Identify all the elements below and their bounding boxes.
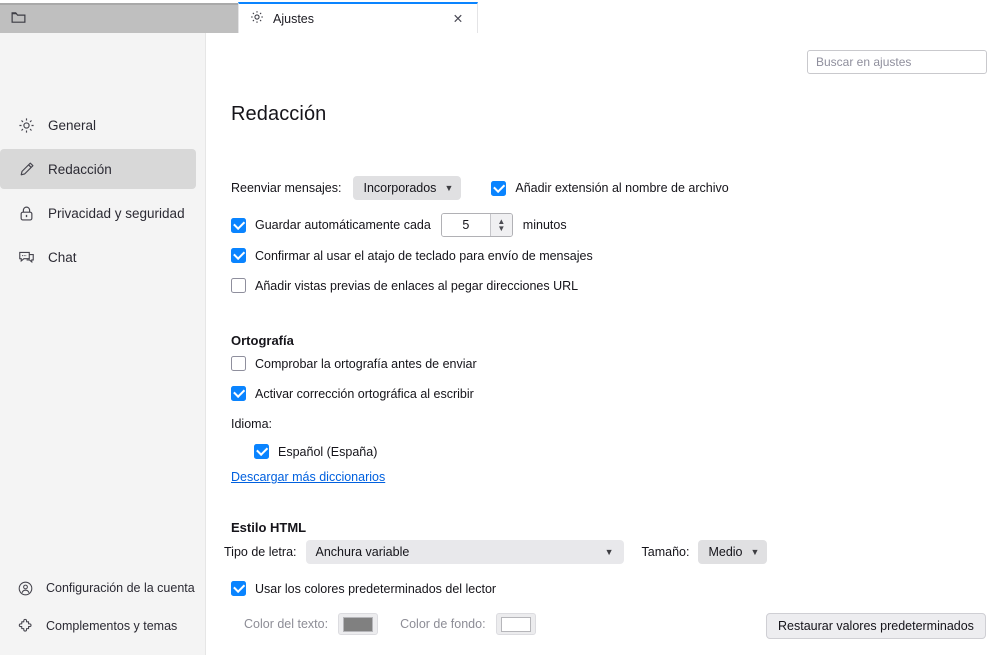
text-color-swatch[interactable]	[338, 613, 379, 635]
link-previews-label: Añadir vistas previas de enlaces al pega…	[255, 278, 579, 293]
sidebar-item-label: Complementos y temas	[46, 619, 178, 633]
sidebar-item-label: Configuración de la cuenta	[46, 581, 195, 595]
checkbox-box[interactable]	[254, 444, 269, 459]
checkbox-box[interactable]	[491, 180, 507, 196]
sidebar-item-label: General	[48, 117, 97, 133]
forward-messages-row: Reenviar mensajes: Incorporados ▼ Añadir…	[231, 176, 729, 200]
sidebar-item-privacidad-seguridad[interactable]: Privacidad y seguridad	[0, 193, 196, 233]
text-color-value	[343, 616, 374, 632]
restore-defaults-button[interactable]: Restaurar valores predeterminados	[766, 613, 986, 639]
sidebar-item-general[interactable]: General	[0, 105, 196, 145]
restore-defaults-row: Restaurar valores predeterminados	[766, 613, 986, 639]
confirm-shortcut-label: Confirmar al usar el atajo de teclado pa…	[255, 248, 593, 263]
pencil-icon	[16, 159, 36, 179]
font-value: Anchura variable	[315, 545, 410, 559]
language-label-row: Idioma:	[231, 417, 272, 431]
chat-bubble-icon	[16, 247, 36, 267]
bg-color-swatch[interactable]	[495, 613, 536, 635]
chevron-down-icon: ▼	[444, 182, 454, 193]
folder-icon	[10, 9, 27, 29]
link-previews-row: Añadir vistas previas de enlaces al pega…	[231, 278, 578, 293]
settings-window: Ajustes ✕ General Redacción Privacidad y…	[0, 0, 1000, 655]
autosave-minutes-stepper[interactable]: 5 ▲ ▼	[440, 213, 513, 237]
bg-color-label: Color de fondo:	[400, 617, 486, 631]
account-icon	[16, 579, 34, 597]
text-color-label: Color del texto:	[244, 617, 329, 631]
lock-icon	[16, 203, 36, 223]
check-before-send-row: Comprobar la ortografía antes de enviar	[231, 356, 477, 371]
reader-colors-label: Usar los colores predeterminados del lec…	[255, 581, 497, 596]
confirm-shortcut-row: Confirmar al usar el atajo de teclado pa…	[231, 248, 593, 263]
gear-icon	[249, 9, 265, 28]
inline-spellcheck-row: Activar corrección ortográfica al escrib…	[231, 386, 474, 401]
spelling-heading: Ortografía	[231, 333, 294, 348]
checkbox-box[interactable]	[231, 217, 246, 233]
font-dropdown[interactable]: Anchura variable ▼	[305, 540, 624, 564]
forward-messages-value: Incorporados	[363, 181, 437, 195]
color-pickers-row: Color del texto: Color de fondo:	[244, 613, 536, 635]
checkbox-box[interactable]	[231, 278, 246, 293]
stepper-arrows[interactable]: ▲ ▼	[489, 214, 512, 236]
html-style-heading: Estilo HTML	[231, 520, 307, 535]
language-option-row: Español (España)	[254, 444, 377, 459]
confirm-shortcut-checkbox[interactable]: Confirmar al usar el atajo de teclado pa…	[231, 248, 593, 263]
chevron-down-icon[interactable]: ▼	[497, 224, 505, 232]
search-container	[807, 50, 987, 74]
autosave-minutes-value[interactable]: 5	[441, 214, 490, 236]
chevron-down-icon: ▼	[750, 546, 760, 557]
language-label: Idioma:	[231, 417, 272, 431]
chevron-down-icon: ▼	[604, 546, 614, 557]
sidebar-primary-nav: General Redacción Privacidad y seguridad…	[0, 101, 206, 281]
size-value: Medio	[708, 545, 743, 559]
autosave-checkbox[interactable]: Guardar automáticamente cada	[231, 217, 431, 233]
sidebar-item-complementos-temas[interactable]: Complementos y temas	[0, 609, 196, 643]
add-extension-label: Añadir extensión al nombre de archivo	[515, 181, 729, 195]
autosave-label: Guardar automáticamente cada	[255, 218, 431, 232]
size-dropdown[interactable]: Medio ▼	[698, 540, 768, 564]
check-before-send-label: Comprobar la ortografía antes de enviar	[255, 356, 477, 371]
checkbox-box[interactable]	[231, 356, 246, 371]
sidebar: General Redacción Privacidad y seguridad…	[0, 33, 206, 655]
checkbox-box[interactable]	[231, 386, 246, 401]
sidebar-item-label: Privacidad y seguridad	[48, 205, 185, 221]
autosave-row: Guardar automáticamente cada 5 ▲ ▼ minut…	[231, 213, 567, 237]
bg-color-value	[500, 616, 531, 632]
puzzle-piece-icon	[16, 617, 34, 635]
search-input[interactable]	[807, 50, 987, 74]
settings-content: Redacción Reenviar mensajes: Incorporado…	[206, 33, 1000, 655]
sidebar-item-redaccion[interactable]: Redacción	[0, 149, 196, 189]
check-before-send-checkbox[interactable]: Comprobar la ortografía antes de enviar	[231, 356, 477, 371]
download-dictionaries-row: Descargar más diccionarios	[231, 470, 385, 484]
reader-colors-row: Usar los colores predeterminados del lec…	[231, 581, 496, 596]
tab-strip-empty-area	[478, 0, 1000, 33]
close-icon[interactable]: ✕	[449, 10, 467, 28]
forward-messages-dropdown[interactable]: Incorporados ▼	[353, 176, 462, 200]
font-row: Tipo de letra: Anchura variable ▼ Tamaño…	[224, 540, 768, 564]
tab-label: Ajustes	[273, 11, 314, 26]
add-extension-checkbox[interactable]: Añadir extensión al nombre de archivo	[491, 180, 729, 196]
sidebar-item-label: Chat	[48, 249, 77, 265]
tab-strip: Ajustes ✕	[0, 0, 1000, 33]
link-previews-checkbox[interactable]: Añadir vistas previas de enlaces al pega…	[231, 278, 578, 293]
sidebar-item-chat[interactable]: Chat	[0, 237, 196, 277]
gear-icon	[16, 115, 36, 135]
autosave-minutes-unit: minutos	[522, 218, 567, 232]
language-option-checkbox[interactable]: Español (España)	[254, 444, 377, 459]
font-label: Tipo de letra:	[224, 545, 297, 559]
checkbox-box[interactable]	[231, 581, 246, 596]
tab-mail-folder[interactable]	[0, 3, 238, 33]
inline-spellcheck-label: Activar corrección ortográfica al escrib…	[255, 386, 474, 401]
sidebar-secondary-nav: Configuración de la cuenta Complementos …	[0, 567, 206, 647]
checkbox-box[interactable]	[231, 248, 246, 263]
download-dictionaries-link[interactable]: Descargar más diccionarios	[231, 470, 385, 484]
reader-colors-checkbox[interactable]: Usar los colores predeterminados del lec…	[231, 581, 496, 596]
forward-messages-label: Reenviar mensajes:	[231, 181, 342, 195]
language-option-label: Español (España)	[278, 444, 378, 459]
sidebar-item-configuracion-cuenta[interactable]: Configuración de la cuenta	[0, 571, 196, 605]
size-label: Tamaño:	[641, 545, 690, 559]
tab-settings[interactable]: Ajustes ✕	[238, 2, 478, 33]
page-title: Redacción	[231, 103, 327, 125]
inline-spellcheck-checkbox[interactable]: Activar corrección ortográfica al escrib…	[231, 386, 474, 401]
sidebar-item-label: Redacción	[48, 161, 112, 177]
